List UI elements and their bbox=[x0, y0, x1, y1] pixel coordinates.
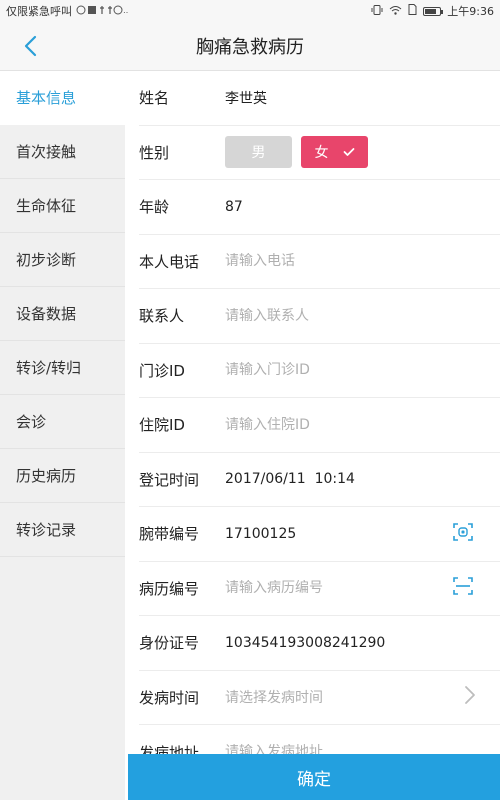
record-number-label: 病历编号 bbox=[139, 579, 200, 598]
gender-selector: 男 女 bbox=[225, 136, 368, 169]
name-label: 姓名 bbox=[139, 89, 170, 108]
form-row-phone: 本人电话 bbox=[139, 235, 500, 289]
sidebar-item-referral-records[interactable]: 转诊记录 bbox=[0, 503, 125, 557]
inpatient-id-input[interactable] bbox=[225, 416, 425, 433]
name-value[interactable]: 李世英 bbox=[225, 88, 267, 108]
form-row-inpatient-id: 住院ID bbox=[139, 398, 500, 453]
status-carrier-text: 仅限紧急呼叫 bbox=[6, 5, 72, 18]
basic-info-form: 姓名 李世英 性别 男 女 年龄 87 本人电话 请输入电话 联系人 请输入联系… bbox=[125, 71, 500, 754]
gender-male-button[interactable]: 男 bbox=[225, 136, 292, 169]
wristband-label: 腕带编号 bbox=[139, 525, 200, 544]
onset-time-picker[interactable]: 请选择发病时间 bbox=[225, 687, 323, 707]
wifi-icon bbox=[389, 5, 402, 18]
form-row-onset-time: 发病时间 请选择发病时间 bbox=[139, 671, 500, 725]
onset-address-input[interactable] bbox=[225, 744, 425, 754]
registration-time-value[interactable]: 2017/06/11 10:14 bbox=[225, 471, 355, 487]
status-left: 仅限紧急呼叫 … bbox=[6, 3, 131, 19]
contact-input[interactable] bbox=[225, 307, 425, 324]
outpatient-id-input[interactable] bbox=[225, 362, 425, 379]
gender-female-button[interactable]: 女 bbox=[301, 136, 368, 169]
chevron-right-icon bbox=[465, 686, 475, 705]
form-row-gender: 性别 男 女 bbox=[139, 126, 500, 180]
onset-time-chevron[interactable] bbox=[464, 685, 476, 709]
form-row-name: 姓名 李世英 bbox=[139, 71, 500, 126]
outpatient-id-label: 门诊ID bbox=[139, 361, 185, 380]
gender-female-label: 女 bbox=[314, 145, 329, 162]
top-app-bar: 胸痛急救病历 bbox=[0, 22, 500, 71]
vibrate-icon bbox=[371, 4, 383, 18]
sidebar-item-first-contact[interactable]: 首次接触 bbox=[0, 125, 125, 179]
confirm-button-label: 确定 bbox=[297, 769, 331, 790]
form-row-onset-address: 发病地址 bbox=[139, 725, 500, 754]
check-icon bbox=[343, 148, 354, 157]
form-row-registration-time: 登记时间 2017/06/11 10:14 bbox=[139, 453, 500, 507]
sidebar-item-vital-signs[interactable]: 生命体征 bbox=[0, 179, 125, 233]
onset-time-label: 发病时间 bbox=[139, 688, 200, 707]
scan-record-button[interactable] bbox=[452, 576, 474, 600]
age-label: 年龄 bbox=[139, 198, 170, 217]
form-row-id-card: 身份证号 103454193008241290 bbox=[139, 616, 500, 671]
phone-label: 本人电话 bbox=[139, 252, 200, 271]
phone-input[interactable] bbox=[225, 253, 425, 270]
form-row-outpatient-id: 门诊ID bbox=[139, 344, 500, 398]
form-row-record-number: 病历编号 bbox=[139, 562, 500, 616]
notification-icons: … bbox=[76, 5, 131, 18]
back-button[interactable] bbox=[18, 32, 42, 60]
onset-address-label: 发病地址 bbox=[139, 743, 200, 754]
app-screen: 仅限紧急呼叫 … 上午 bbox=[0, 0, 500, 800]
gender-male-label: 男 bbox=[251, 145, 266, 162]
sidebar-item-history-records[interactable]: 历史病历 bbox=[0, 449, 125, 503]
status-time: 上午9:36 bbox=[447, 5, 494, 18]
sidebar-item-referral-outcome[interactable]: 转诊/转归 bbox=[0, 341, 125, 395]
registration-time-label: 登记时间 bbox=[139, 470, 200, 489]
sidebar-item-basic-info[interactable]: 基本信息 bbox=[0, 71, 125, 125]
form-row-age: 年龄 87 bbox=[139, 180, 500, 235]
svg-text:…: … bbox=[123, 6, 128, 15]
scan-wristband-button[interactable] bbox=[452, 522, 474, 546]
form-row-wristband: 腕带编号 17100125 bbox=[139, 507, 500, 562]
status-right: 上午9:36 bbox=[371, 3, 494, 19]
sidebar-item-device-data[interactable]: 设备数据 bbox=[0, 287, 125, 341]
battery-icon bbox=[423, 6, 444, 16]
record-number-input[interactable] bbox=[225, 580, 425, 597]
chevron-left-icon bbox=[24, 35, 37, 57]
id-card-label: 身份证号 bbox=[139, 634, 200, 653]
scan-icon bbox=[453, 522, 473, 541]
sidebar-item-consultation[interactable]: 会诊 bbox=[0, 395, 125, 449]
status-bar: 仅限紧急呼叫 … 上午 bbox=[0, 0, 500, 22]
page-title: 胸痛急救病历 bbox=[196, 37, 304, 58]
wristband-value[interactable]: 17100125 bbox=[225, 526, 296, 542]
notification-icons-svg: … bbox=[76, 5, 131, 15]
form-row-contact: 联系人 bbox=[139, 289, 500, 344]
sidebar-item-initial-diagnosis[interactable]: 初步诊断 bbox=[0, 233, 125, 287]
gender-label: 性别 bbox=[139, 143, 170, 162]
sim-icon bbox=[408, 4, 417, 18]
inpatient-id-label: 住院ID bbox=[139, 416, 185, 435]
sidebar-nav: 基本信息 首次接触 生命体征 初步诊断 设备数据 转诊/转归 会诊 历史病历 转… bbox=[0, 71, 125, 800]
age-value[interactable]: 87 bbox=[225, 199, 243, 215]
confirm-button[interactable]: 确定 bbox=[128, 754, 500, 800]
id-card-value[interactable]: 103454193008241290 bbox=[225, 635, 385, 651]
contact-label: 联系人 bbox=[139, 307, 185, 326]
barcode-scan-icon bbox=[453, 577, 473, 596]
